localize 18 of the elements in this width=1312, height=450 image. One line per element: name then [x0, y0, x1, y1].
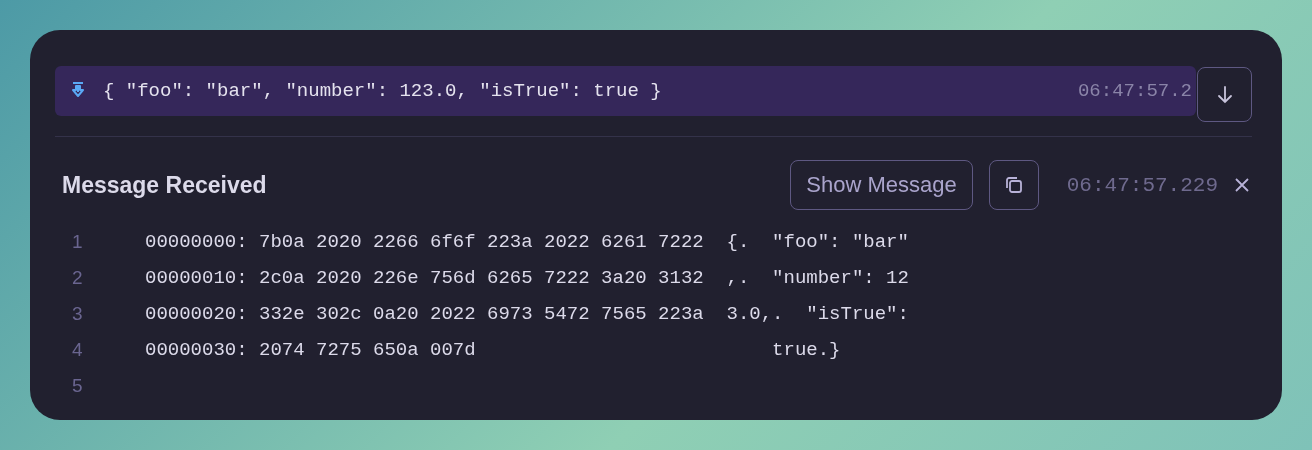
- hex-dump-line: 00000010: 2c0a 2020 226e 756d 6265 7222 3a20 3132 ,. "number": 12: [144, 267, 909, 289]
- scroll-down-button[interactable]: [1197, 67, 1252, 122]
- hex-dump-line: 00000000: 7b0a 2020 2266 6f6f 223a 2022 6261 7222 {. "foo": "bar": [144, 231, 909, 253]
- line-number: 3: [71, 303, 84, 325]
- log-row[interactable]: { "foo": "bar", "number": 123.0, "isTrue": true } 06:47:57.2: [55, 66, 1196, 116]
- line-number: 5: [71, 375, 84, 397]
- hex-dump-line: 00000020: 332e 302c 0a20 2022 6973 5472 7565 223a 3.0,. "isTrue":: [144, 303, 909, 325]
- line-number: 2: [71, 267, 84, 289]
- line-number: 4: [71, 339, 84, 361]
- timestamp: 06:47:57.229: [1066, 173, 1218, 197]
- copy-button[interactable]: [988, 160, 1039, 210]
- hex-dump-line: 00000030: 2074 7275 650a 007d true.}: [144, 339, 841, 361]
- close-icon: [1234, 177, 1250, 193]
- show-message-button[interactable]: Show Message: [790, 160, 973, 210]
- message-text: { "foo": "bar", "number": 123.0, "isTrue": true }: [103, 80, 663, 102]
- panel-title: Message Received: [62, 171, 267, 199]
- timestamp: 06:47:57.2: [1077, 80, 1192, 102]
- line-number: 1: [71, 231, 84, 253]
